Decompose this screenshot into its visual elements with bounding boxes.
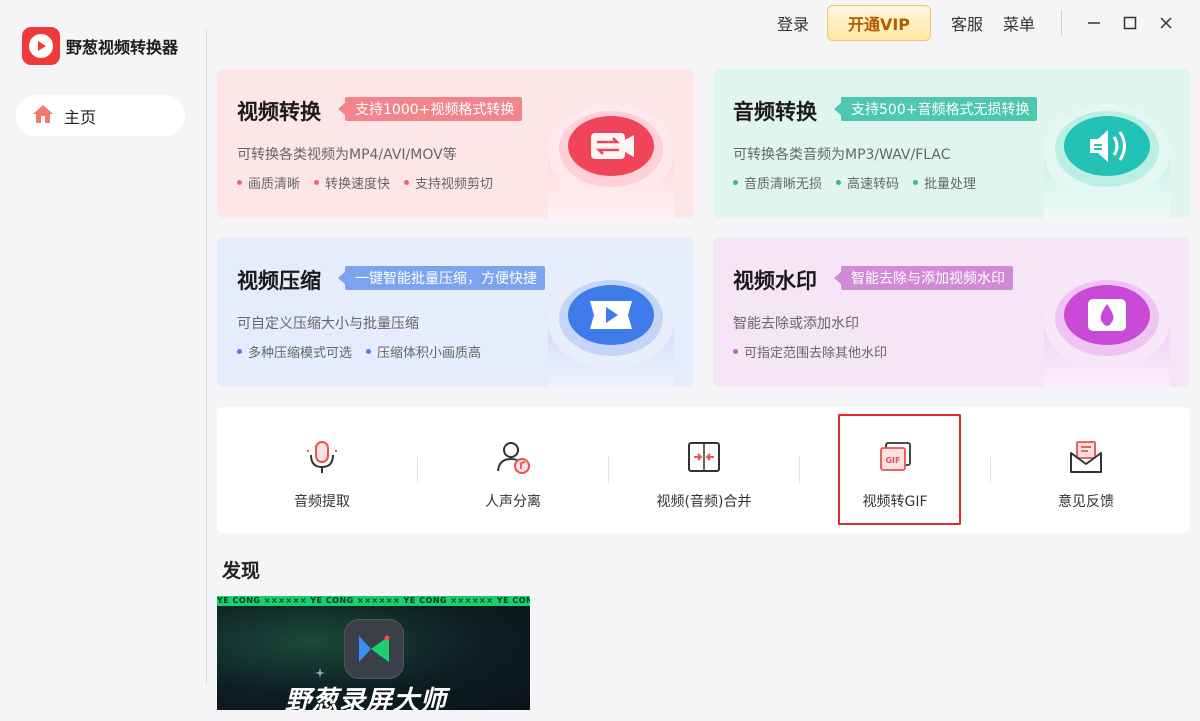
feature-item: 音质清晰无损 [733, 173, 822, 192]
video-convert-icon [548, 104, 674, 218]
card-video-watermark[interactable]: 视频水印 智能去除与添加视频水印 智能去除或添加水印 可指定范围去除其他水印 [713, 238, 1190, 387]
close-icon [1160, 17, 1172, 29]
vip-button[interactable]: 开通VIP [827, 5, 932, 41]
tool-feedback[interactable]: 意见反馈 [991, 407, 1181, 533]
card-description: 可转换各类视频为MP4/AVI/MOV等 [237, 147, 457, 163]
sparkle-icon [315, 668, 325, 678]
minimize-icon [1088, 22, 1101, 24]
window-controls-divider [1061, 10, 1063, 36]
card-tag: 支持1000+视频格式转换 [337, 97, 523, 121]
tools-bar: 音频提取 人声分离 视频(音频)合并 GIF 视频转GIF 意见反馈 [217, 407, 1190, 533]
feature-item: 画质清晰 [237, 173, 300, 192]
card-tag: 智能去除与添加视频水印 [834, 266, 1013, 290]
sidebar-item-home[interactable]: 主页 [16, 95, 185, 136]
tool-audio-extract[interactable]: 音频提取 [227, 407, 417, 533]
home-icon [32, 104, 54, 128]
minimize-button[interactable] [1076, 5, 1112, 41]
card-title: 视频转换 [237, 100, 321, 124]
app-name: 野葱视频转换器 [66, 38, 179, 57]
card-title: 音频转换 [733, 100, 817, 124]
feature-item: 压缩体积小画质高 [366, 342, 481, 361]
microphone-icon [302, 439, 342, 475]
card-description: 可转换各类音频为MP3/WAV/FLAC [733, 147, 951, 163]
feature-item: 转换速度快 [314, 173, 390, 192]
login-link[interactable]: 登录 [777, 11, 809, 35]
top-bar: 登录 开通VIP 客服 菜单 [760, 4, 1184, 42]
screen-recorder-app-icon [345, 620, 403, 678]
tool-label: 音频提取 [294, 494, 350, 510]
tool-label: 人声分离 [485, 494, 541, 510]
feature-item: 可指定范围去除其他水印 [733, 342, 887, 361]
feature-item: 批量处理 [913, 173, 976, 192]
feature-item: 多种压缩模式可选 [237, 342, 352, 361]
maximize-icon [1123, 16, 1137, 30]
tool-merge[interactable]: 视频(音频)合并 [609, 407, 799, 533]
tool-label: 视频(音频)合并 [656, 494, 752, 510]
card-audio-convert[interactable]: 音频转换 支持500+音频格式无损转换 可转换各类音频为MP3/WAV/FLAC… [713, 69, 1190, 218]
feature-item: 支持视频剪切 [404, 173, 493, 192]
discover-banner[interactable]: YE CONG ×××××× YE CONG ×××××× YE CONG ××… [217, 596, 530, 710]
banner-strip: YE CONG ×××××× YE CONG ×××××× YE CONG ××… [217, 596, 530, 606]
merge-icon [684, 439, 724, 475]
card-tag: 一键智能批量压缩，方便快捷 [338, 266, 545, 290]
sidebar-divider [206, 30, 207, 685]
card-features: 可指定范围去除其他水印 [733, 342, 901, 361]
card-description: 智能去除或添加水印 [733, 316, 859, 332]
app-logo-icon [22, 27, 60, 65]
card-features: 画质清晰 转换速度快 支持视频剪切 [237, 173, 507, 192]
service-link[interactable]: 客服 [951, 11, 983, 35]
menu-link[interactable]: 菜单 [1003, 11, 1035, 35]
vocal-separation-icon [493, 439, 533, 475]
video-watermark-icon [1044, 273, 1170, 387]
card-title: 视频压缩 [237, 269, 321, 293]
tool-vocal-separation[interactable]: 人声分离 [418, 407, 608, 533]
discover-title: 发现 [222, 560, 261, 582]
sidebar-item-label: 主页 [64, 107, 97, 127]
tool-label: 意见反馈 [1058, 494, 1114, 510]
video-compress-icon [548, 273, 674, 387]
card-features: 多种压缩模式可选 压缩体积小画质高 [237, 342, 495, 361]
card-video-compress[interactable]: 视频压缩 一键智能批量压缩，方便快捷 可自定义压缩大小与批量压缩 多种压缩模式可… [217, 238, 694, 387]
card-title: 视频水印 [733, 269, 817, 293]
feedback-mail-icon [1066, 439, 1106, 475]
card-video-convert[interactable]: 视频转换 支持1000+视频格式转换 可转换各类视频为MP4/AVI/MOV等 … [217, 69, 694, 218]
banner-title: 野葱录屏大师 [285, 686, 448, 710]
highlight-box [838, 414, 961, 525]
close-button[interactable] [1148, 5, 1184, 41]
card-tag: 支持500+音频格式无损转换 [833, 97, 1038, 121]
audio-convert-icon [1044, 104, 1170, 218]
maximize-button[interactable] [1112, 5, 1148, 41]
app-logo: 野葱视频转换器 [22, 27, 178, 65]
feature-item: 高速转码 [836, 173, 899, 192]
card-description: 可自定义压缩大小与批量压缩 [237, 316, 419, 332]
card-features: 音质清晰无损 高速转码 批量处理 [733, 173, 990, 192]
